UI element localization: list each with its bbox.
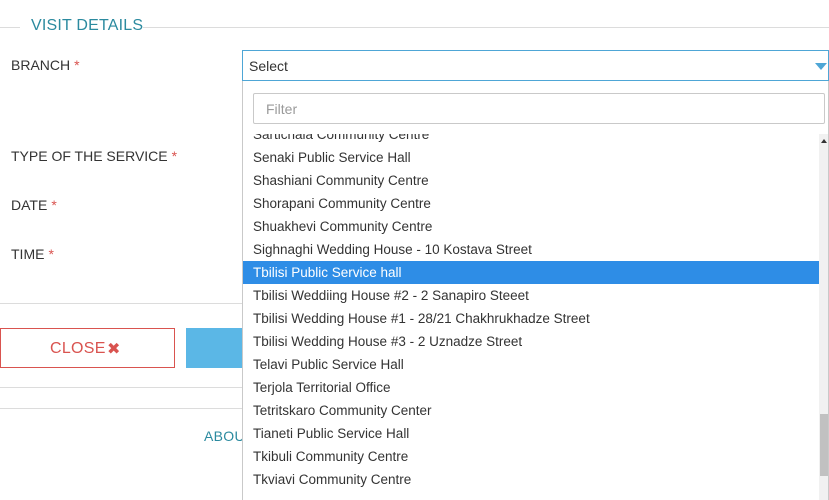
required-marker: * <box>51 197 57 213</box>
service-type-label: TYPE OF THE SERVICE * <box>11 148 177 164</box>
branch-select-value: Select <box>249 58 288 74</box>
branch-option[interactable]: Sartichala Community Centre <box>243 134 819 146</box>
close-icon: ✖ <box>107 341 121 358</box>
chevron-down-icon <box>815 63 827 70</box>
section-title: VISIT DETAILS <box>31 17 144 34</box>
date-label: DATE * <box>11 197 57 213</box>
branch-option[interactable]: Terjola Territorial Office <box>243 376 819 399</box>
branch-option[interactable]: Tianeti Public Service Hall <box>243 422 819 445</box>
required-marker: * <box>48 246 54 262</box>
branch-option[interactable]: Sighnaghi Wedding House - 10 Kostava Str… <box>243 238 819 261</box>
branch-option[interactable]: Senaki Public Service Hall <box>243 146 819 169</box>
filter-input[interactable] <box>253 93 825 124</box>
branch-option[interactable]: Tbilisi Public Service hall <box>243 261 819 284</box>
required-marker: * <box>74 57 80 73</box>
branch-dropdown: Sartichala Community CentreSenaki Public… <box>242 81 829 500</box>
branch-option[interactable]: Tbilisi Wedding House #1 - 28/21 Chakhru… <box>243 307 819 330</box>
required-marker: * <box>171 148 178 164</box>
date-label-text: DATE <box>11 197 48 213</box>
scrollbar-thumb[interactable] <box>820 414 828 476</box>
scrollbar[interactable] <box>819 134 828 500</box>
time-label: TIME * <box>11 246 54 262</box>
branch-option[interactable]: Tbilisi Wedding House #3 - 2 Uznadze Str… <box>243 330 819 353</box>
scroll-up-arrow-icon[interactable] <box>821 139 827 143</box>
footer-divider-bottom <box>0 408 242 409</box>
branch-label-text: BRANCH <box>11 57 71 73</box>
form-divider <box>0 303 242 304</box>
close-button[interactable]: CLOSE ✖ <box>0 328 175 368</box>
close-button-label: CLOSE <box>50 340 106 357</box>
branch-option[interactable]: Tkviavi Community Centre <box>243 468 819 491</box>
branch-option[interactable]: Shorapani Community Centre <box>243 192 819 215</box>
branch-option[interactable]: Tetritskaro Community Center <box>243 399 819 422</box>
branch-options: Sartichala Community Centre Senaki Public… <box>243 134 819 491</box>
about-link[interactable]: ABOU <box>204 428 245 444</box>
time-label-text: TIME <box>11 246 45 262</box>
branch-select[interactable]: Select <box>242 50 829 81</box>
branch-option[interactable]: Telavi Public Service Hall <box>243 353 819 376</box>
footer-divider-top <box>0 387 242 388</box>
service-type-label-text: TYPE OF THE SERVICE <box>11 148 168 164</box>
branch-option[interactable]: Tbilisi Weddiing House #2 - 2 Sanapiro S… <box>243 284 819 307</box>
branch-option[interactable]: Shashiani Community Centre <box>243 169 819 192</box>
legend-divider-right <box>143 27 829 28</box>
branch-label: BRANCH * <box>11 57 80 73</box>
branch-option[interactable]: Shuakhevi Community Centre <box>243 215 819 238</box>
branch-options-list: Sartichala Community Centre Senaki Public… <box>243 134 819 500</box>
legend-divider-left <box>0 27 20 28</box>
submit-button[interactable] <box>186 328 242 368</box>
branch-option[interactable]: Tkibuli Community Centre <box>243 445 819 468</box>
